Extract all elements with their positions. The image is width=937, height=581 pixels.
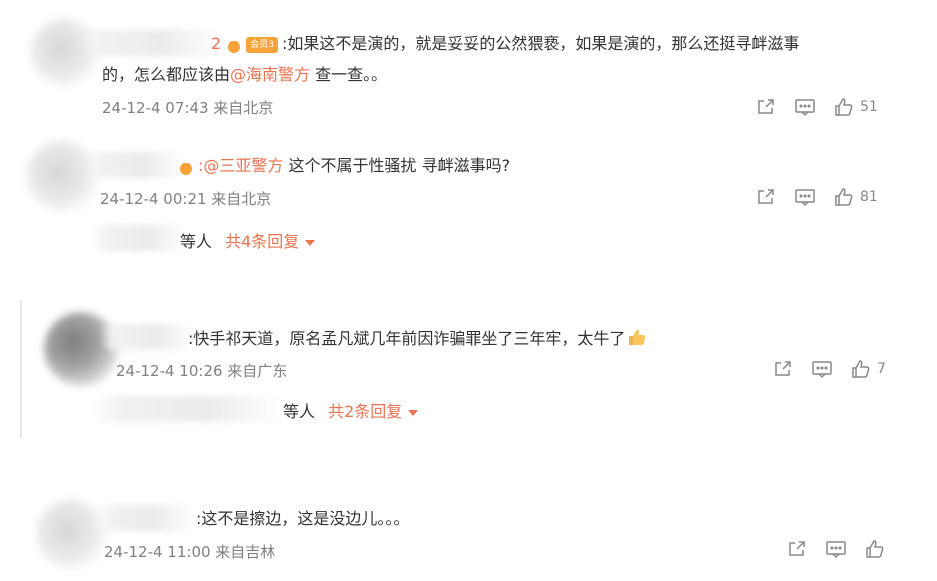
comment-timestamp: 24-12-4 07:43 来自北京 [102, 99, 274, 117]
mention-link[interactable]: @海南警方 [230, 65, 310, 84]
reply-summary: 等人 共2条回复 [283, 398, 419, 422]
thumbs-up-icon [835, 188, 853, 206]
view-replies-link[interactable]: 共4条回复 [225, 232, 316, 251]
comment-button[interactable] [794, 97, 816, 117]
username-blurred[interactable] [85, 152, 185, 178]
thumbs-up-icon [866, 540, 884, 558]
crown-icon [178, 159, 194, 175]
like-button[interactable]: 51 [834, 97, 878, 117]
share-button[interactable] [756, 97, 776, 117]
comment-timestamp: 24-12-4 11:00 来自吉林 [104, 543, 276, 561]
comment-icon [812, 361, 832, 379]
comment-actions: 7 [773, 359, 886, 379]
caret-down-icon [408, 409, 419, 416]
thumbs-up-icon [835, 98, 853, 116]
mention-link[interactable]: :@三亚警方 [198, 156, 283, 175]
username-blurred[interactable] [80, 30, 220, 56]
like-button[interactable]: 7 [851, 359, 886, 379]
comment-text: 2 会员3:如果这不是演的，就是妥妥的公然猥亵，如果是演的，那么还挺寻衅滋事 [211, 32, 799, 56]
comment-icon [795, 189, 815, 207]
comment-button[interactable] [811, 359, 833, 379]
like-button[interactable] [865, 539, 891, 559]
text-segment: 这个不属于性骚扰 寻衅滋事吗? [283, 156, 511, 175]
avatar[interactable] [44, 312, 118, 386]
thumbs-up-icon [852, 360, 870, 378]
avatar[interactable] [26, 140, 98, 212]
reply-users-blurred[interactable] [92, 225, 187, 251]
comment-text: :@三亚警方 这个不属于性骚扰 寻衅滋事吗? [178, 154, 510, 178]
like-count: 7 [877, 361, 886, 377]
comment-icon [826, 541, 846, 559]
comment-actions [787, 539, 891, 559]
username-blurred[interactable] [100, 324, 195, 350]
comment-item: 2 会员3:如果这不是演的，就是妥妥的公然猥亵，如果是演的，那么还挺寻衅滋事 的… [0, 0, 937, 130]
comment-item: :快手祁天道，原名孟凡斌几年前因诈骗罪坐了三年牢，太牛了 24-12-4 10:… [0, 300, 937, 440]
comment-text-line1: :如果这不是演的，就是妥妥的公然猥亵，如果是演的，那么还挺寻衅滋事 [282, 34, 800, 53]
share-button[interactable] [773, 359, 793, 379]
username-blurred[interactable] [95, 505, 195, 531]
text-segment: :快手祁天道，原名孟凡斌几年前因诈骗罪坐了三年牢，太牛了 [188, 329, 626, 348]
share-button[interactable] [787, 539, 807, 559]
text-segment: 的，怎么都应该由 [102, 65, 231, 84]
like-count: 51 [860, 99, 878, 115]
avatar[interactable] [36, 499, 106, 569]
reply-prefix: 等人 [180, 232, 213, 251]
thumbs-up-emoji-icon [627, 328, 647, 353]
text-segment: 查一查。。 [310, 65, 388, 84]
comment-button[interactable] [794, 187, 816, 207]
comment-item: :这不是擦边，这是没边儿。。。 24-12-4 11:00 来自吉林 [0, 485, 937, 581]
member-badge: 会员3 [246, 36, 279, 53]
comment-actions: 51 [756, 97, 878, 117]
comment-text-line2: 的，怎么都应该由@海南警方 查一查。。 [102, 63, 387, 87]
caret-down-icon [305, 239, 316, 246]
reply-prefix: 等人 [283, 402, 316, 421]
share-button[interactable] [756, 187, 776, 207]
share-icon [758, 99, 774, 114]
comment-timestamp: 24-12-4 00:21 来自北京 [100, 190, 272, 208]
reply-users-blurred[interactable] [92, 396, 282, 422]
comment-timestamp: 24-12-4 10:26 来自广东 [116, 362, 288, 380]
comment-text: :快手祁天道，原名孟凡斌几年前因诈骗罪坐了三年牢，太牛了 [188, 327, 647, 353]
username-tail[interactable]: 2 [211, 34, 221, 53]
like-button[interactable]: 81 [834, 187, 878, 207]
like-count: 81 [860, 189, 878, 205]
share-icon [775, 361, 791, 376]
share-icon [758, 189, 774, 204]
view-replies-link[interactable]: 共2条回复 [328, 402, 419, 421]
comment-item: :@三亚警方 这个不属于性骚扰 寻衅滋事吗? 24-12-4 00:21 来自北… [0, 130, 937, 260]
crown-icon [226, 37, 242, 53]
share-icon [789, 541, 805, 556]
comment-actions: 81 [756, 187, 878, 207]
reply-count-label: 共2条回复 [328, 402, 403, 421]
comment-icon [795, 99, 815, 117]
reply-summary: 等人 共4条回复 [180, 228, 316, 252]
text-segment: :这不是擦边，这是没边儿。。。 [196, 509, 410, 528]
reply-count-label: 共4条回复 [225, 232, 300, 251]
comment-text: :这不是擦边，这是没边儿。。。 [196, 507, 409, 531]
comment-button[interactable] [825, 539, 847, 559]
